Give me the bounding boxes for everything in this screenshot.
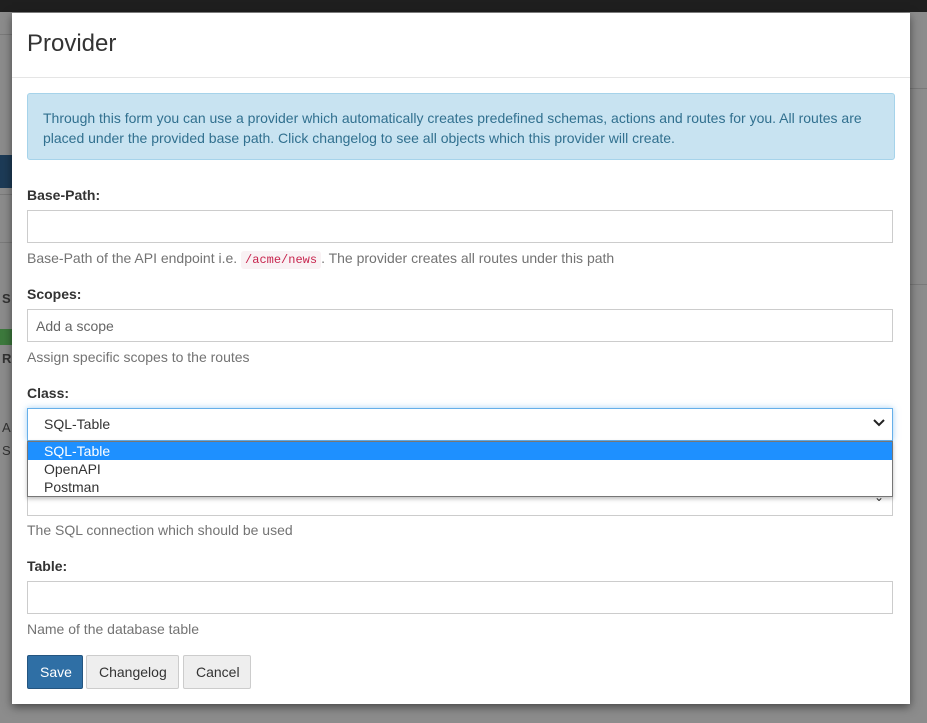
chevron-down-icon bbox=[872, 415, 886, 432]
scopes-help: Assign specific scopes to the routes bbox=[27, 349, 250, 365]
background-text: A bbox=[2, 420, 11, 435]
background-badge bbox=[0, 329, 12, 345]
base-path-input[interactable] bbox=[27, 210, 893, 243]
table-help: Name of the database table bbox=[27, 621, 200, 637]
table-input[interactable] bbox=[27, 581, 893, 614]
changelog-button[interactable]: Changelog bbox=[86, 655, 179, 689]
background-button bbox=[0, 155, 12, 188]
modal-header: Provider bbox=[12, 13, 910, 78]
background-text: S bbox=[2, 443, 11, 458]
app-top-bar bbox=[0, 0, 927, 12]
background-divider bbox=[910, 88, 927, 89]
provider-modal: Provider Through this form you can use a… bbox=[12, 13, 910, 704]
scopes-input[interactable] bbox=[27, 309, 893, 342]
scopes-label: Scopes: bbox=[27, 286, 82, 302]
base-path-help: Base-Path of the API endpoint i.e. /acme… bbox=[27, 250, 615, 269]
background-divider bbox=[0, 194, 12, 195]
class-option-postman[interactable]: Postman bbox=[28, 478, 892, 496]
base-path-label: Base-Path: bbox=[27, 187, 101, 203]
background-divider bbox=[0, 242, 12, 243]
base-path-example-code: /acme/news bbox=[241, 251, 322, 269]
class-option-openapi[interactable]: OpenAPI bbox=[28, 460, 892, 478]
background-divider bbox=[0, 34, 12, 35]
class-label: Class: bbox=[27, 385, 70, 401]
class-dropdown-list: SQL-Table OpenAPI Postman bbox=[27, 441, 893, 497]
background-text: S bbox=[2, 291, 11, 306]
class-select[interactable]: SQL-Table bbox=[27, 408, 893, 441]
modal-title: Provider bbox=[27, 30, 117, 57]
background-text: R bbox=[2, 351, 12, 366]
table-label: Table: bbox=[27, 558, 68, 574]
background-divider bbox=[910, 284, 927, 285]
connection-help: The SQL connection which should be used bbox=[27, 522, 293, 538]
base-path-help-text: Base-Path of the API endpoint i.e. bbox=[27, 250, 238, 266]
info-alert: Through this form you can use a provider… bbox=[27, 93, 895, 160]
base-path-help-suffix: . The provider creates all routes under … bbox=[321, 250, 615, 266]
class-option-sql-table[interactable]: SQL-Table bbox=[28, 442, 892, 460]
cancel-button[interactable]: Cancel bbox=[183, 655, 251, 689]
class-select-value: SQL-Table bbox=[44, 416, 111, 432]
save-button[interactable]: Save bbox=[27, 655, 83, 689]
